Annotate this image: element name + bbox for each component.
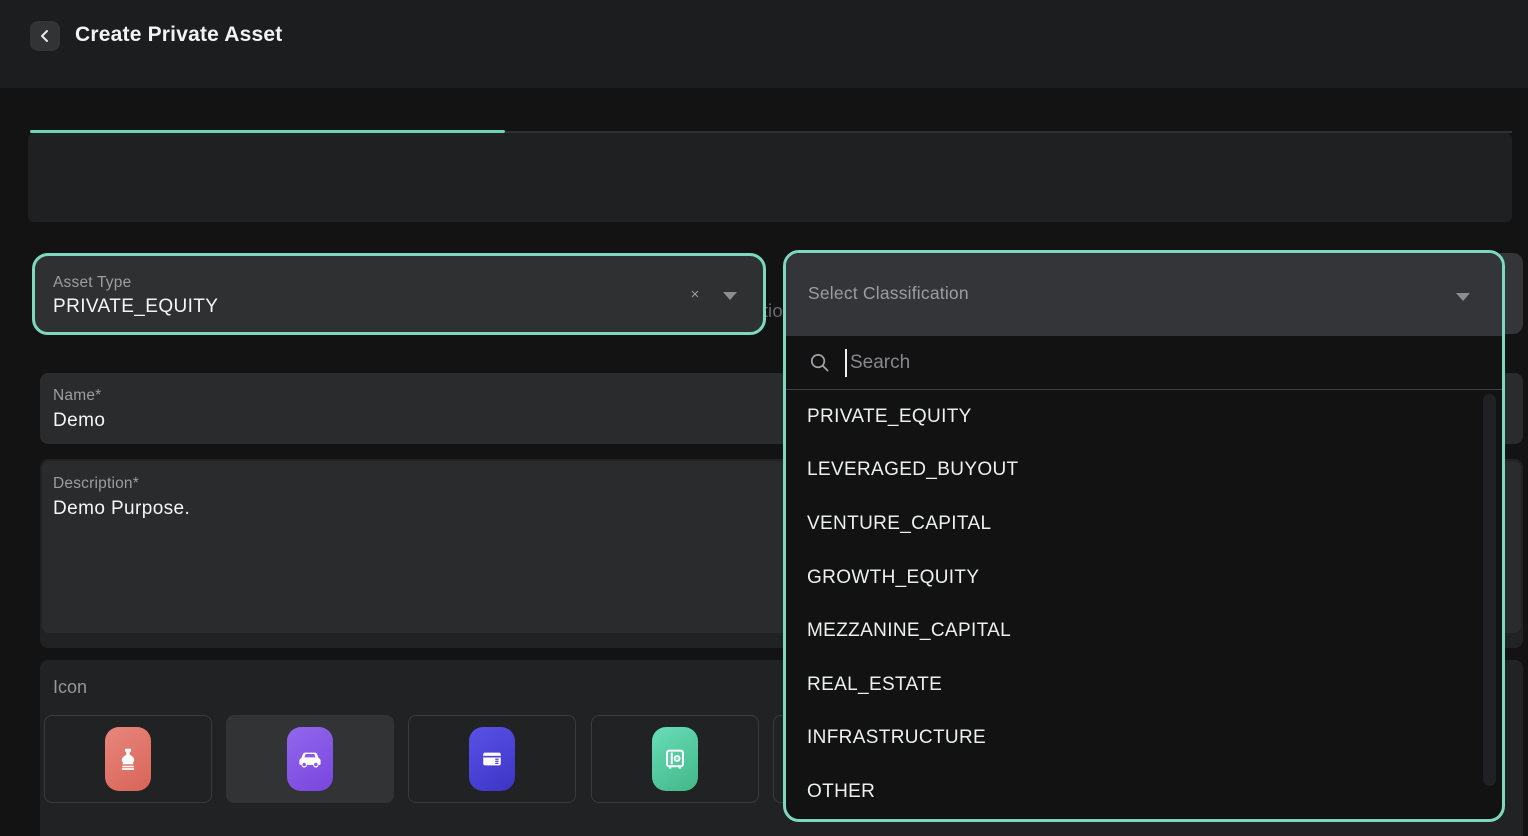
asset-type-label: Asset Type	[53, 274, 131, 292]
page-title: Create Private Asset	[75, 23, 283, 47]
option-other[interactable]: OTHER	[786, 765, 1502, 819]
icon-tile-credit-card[interactable]	[408, 715, 576, 803]
chevron-left-icon	[38, 29, 52, 43]
search-icon	[808, 351, 831, 374]
caret-down-icon[interactable]	[723, 292, 737, 300]
icon-tile-vase[interactable]	[44, 715, 212, 803]
stepper-panel: 1 Classification 2 Additional Informatio…	[28, 133, 1512, 222]
clear-icon[interactable]: ×	[685, 284, 705, 304]
classification-dropdown: Select Classification PRIVATE_EQUITY LEV…	[783, 250, 1505, 822]
classification-search-row	[786, 336, 1502, 390]
stepper-progress-done	[30, 130, 505, 133]
name-label: Name*	[53, 387, 101, 405]
option-leveraged-buyout[interactable]: LEVERAGED_BUYOUT	[786, 444, 1502, 498]
classification-options-list: PRIVATE_EQUITY LEVERAGED_BUYOUT VENTURE_…	[786, 390, 1502, 819]
classification-search-input[interactable]	[850, 352, 1410, 374]
classification-placeholder: Select Classification	[808, 283, 969, 304]
dropdown-scrollbar[interactable]	[1483, 394, 1496, 786]
option-private-equity[interactable]: PRIVATE_EQUITY	[786, 390, 1502, 444]
credit-card-icon	[469, 727, 515, 791]
option-mezzanine-capital[interactable]: MEZZANINE_CAPITAL	[786, 604, 1502, 658]
back-button[interactable]	[30, 21, 60, 51]
icon-tile-car[interactable]	[226, 715, 394, 803]
option-real-estate[interactable]: REAL_ESTATE	[786, 658, 1502, 712]
safe-icon	[652, 727, 698, 791]
car-icon	[287, 727, 333, 791]
icon-section-label: Icon	[53, 677, 87, 698]
create-private-asset-page: Create Private Asset 1 Classification 2 …	[0, 0, 1528, 836]
classification-dropdown-trigger[interactable]: Select Classification	[786, 253, 1502, 336]
description-label: Description*	[53, 475, 139, 493]
description-value: Demo Purpose.	[53, 498, 190, 520]
name-value: Demo	[53, 410, 105, 432]
header-bar: Create Private Asset	[0, 0, 1528, 88]
option-infrastructure[interactable]: INFRASTRUCTURE	[786, 712, 1502, 766]
stepper-progress-remaining	[505, 131, 1512, 133]
asset-type-value: PRIVATE_EQUITY	[53, 296, 218, 318]
option-venture-capital[interactable]: VENTURE_CAPITAL	[786, 497, 1502, 551]
asset-type-field[interactable]: Asset Type PRIVATE_EQUITY ×	[32, 253, 766, 335]
option-growth-equity[interactable]: GROWTH_EQUITY	[786, 551, 1502, 605]
caret-down-icon	[1456, 293, 1470, 301]
icon-tile-safe[interactable]	[591, 715, 759, 803]
vase-icon	[105, 727, 151, 791]
text-cursor	[845, 349, 847, 377]
